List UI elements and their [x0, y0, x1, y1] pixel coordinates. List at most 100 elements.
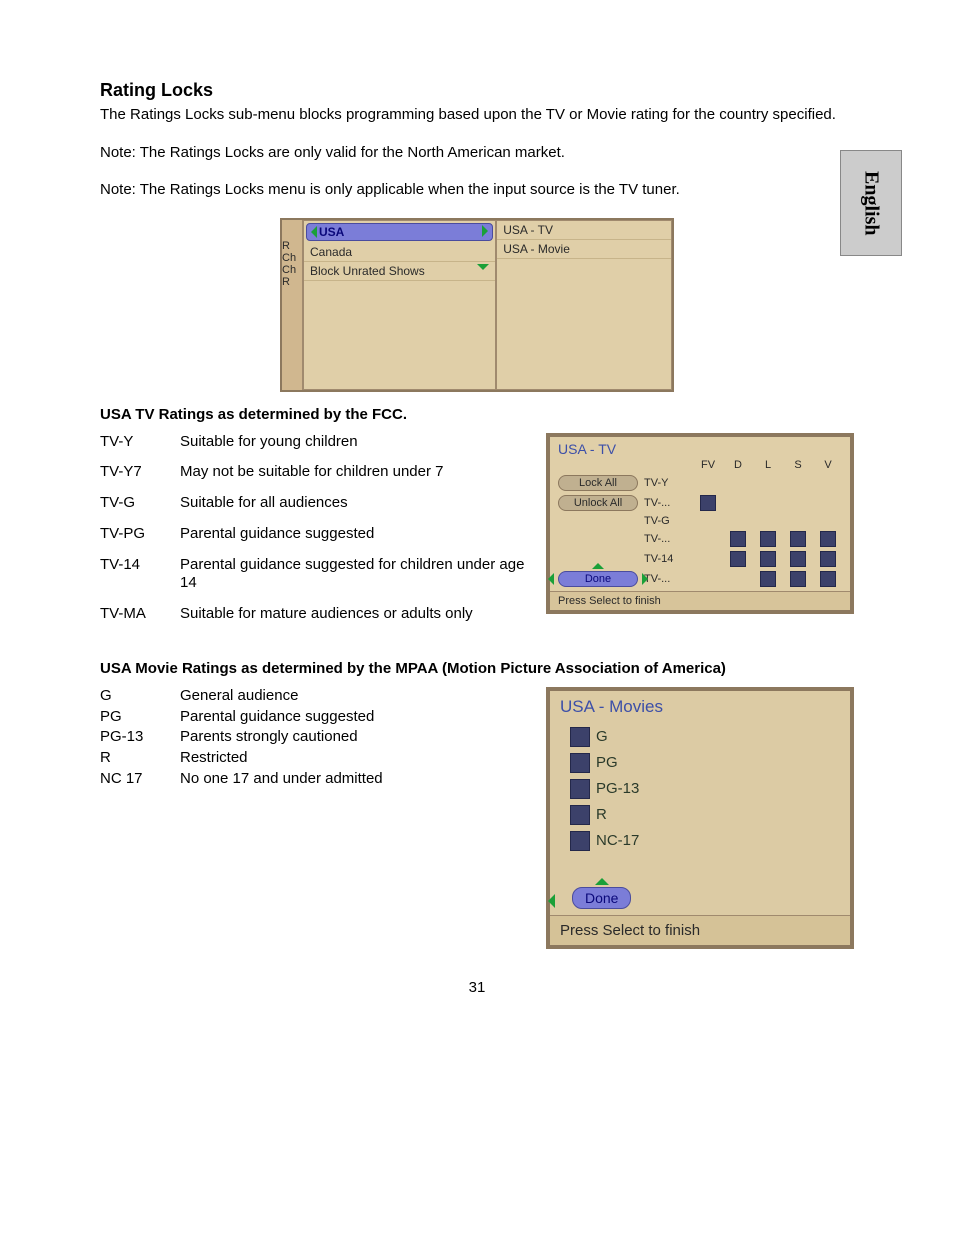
- chevron-down-icon: [477, 264, 489, 270]
- arrow-up-icon: [595, 878, 609, 885]
- hint-ch: Ch: [282, 252, 302, 264]
- rating-desc: Parents strongly cautioned: [180, 728, 358, 747]
- rating-checkbox[interactable]: [570, 727, 590, 747]
- rating-checkbox[interactable]: [730, 551, 746, 567]
- rating-type-usa-tv[interactable]: USA - TV: [497, 221, 671, 240]
- rating-code: PG: [100, 708, 180, 727]
- country-menu-screenshot: R Ch Ch R USA Canada Block Unrated Shows…: [280, 218, 674, 392]
- movie-rating-row[interactable]: G: [570, 727, 840, 747]
- rating-desc: Parental guidance suggested: [180, 708, 374, 727]
- rating-checkbox[interactable]: [790, 531, 806, 547]
- rating-desc: Parental guidance suggested: [180, 525, 374, 544]
- country-item-block-unrated[interactable]: Block Unrated Shows: [304, 262, 495, 281]
- rating-row: TV-14Parental guidance suggested for chi…: [100, 556, 526, 594]
- rating-checkbox[interactable]: [570, 831, 590, 851]
- rating-desc: Suitable for mature audiences or adults …: [180, 605, 473, 624]
- rating-desc: Parental guidance suggested for children…: [180, 556, 526, 594]
- rating-desc: Suitable for young children: [180, 433, 358, 452]
- rating-row: GGeneral audience: [100, 687, 526, 706]
- rating-checkbox[interactable]: [820, 551, 836, 567]
- country-item-canada[interactable]: Canada: [304, 243, 495, 262]
- movie-rating-label: G: [596, 728, 608, 745]
- col-header: S: [786, 459, 810, 471]
- movie-rating-row[interactable]: NC-17: [570, 831, 840, 851]
- rating-row: NC 17No one 17 and under admitted: [100, 770, 526, 789]
- hint-r2: R: [282, 276, 302, 288]
- rating-checkbox[interactable]: [820, 531, 836, 547]
- rating-row: TV-MASuitable for mature audiences or ad…: [100, 605, 526, 624]
- rating-code: R: [100, 749, 180, 768]
- arrow-left-icon: [548, 894, 555, 908]
- rating-row: TV-PGParental guidance suggested: [100, 525, 526, 544]
- col-header: D: [726, 459, 750, 471]
- rating-checkbox[interactable]: [570, 805, 590, 825]
- movie-rating-row[interactable]: PG: [570, 753, 840, 773]
- rating-code: TV-MA: [100, 605, 180, 624]
- rating-code: G: [100, 687, 180, 706]
- note-1: Note: The Ratings Locks are only valid f…: [100, 143, 854, 163]
- arrow-right-icon: [642, 573, 648, 585]
- rating-checkbox[interactable]: [700, 495, 716, 511]
- usa-movies-panel-footer: Press Select to finish: [550, 915, 850, 945]
- rating-checkbox[interactable]: [760, 531, 776, 547]
- rating-checkbox[interactable]: [570, 753, 590, 773]
- tv-ratings-list: TV-YSuitable for young childrenTV-Y7May …: [100, 433, 526, 636]
- rating-code: TV-14: [100, 556, 180, 594]
- rating-row: TV-GSuitable for all audiences: [100, 494, 526, 513]
- usa-movie-subheader: USA Movie Ratings as determined by the M…: [100, 660, 854, 677]
- block-unrated-label: Block Unrated Shows: [310, 264, 425, 278]
- rating-desc: No one 17 and under admitted: [180, 770, 383, 789]
- unlock-all-button[interactable]: Unlock All: [558, 495, 638, 511]
- usa-movies-panel-title: USA - Movies: [550, 691, 850, 723]
- rating-row: TV-Y7May not be suitable for children un…: [100, 463, 526, 482]
- rating-row: RRestricted: [100, 749, 526, 768]
- movie-rating-label: PG: [596, 754, 618, 771]
- language-tab: English: [840, 150, 902, 256]
- rating-desc: May not be suitable for children under 7: [180, 463, 444, 482]
- done-button[interactable]: Done: [572, 887, 631, 909]
- rating-desc: General audience: [180, 687, 298, 706]
- rating-code: PG-13: [100, 728, 180, 747]
- col-header: FV: [696, 459, 720, 471]
- country-panel: USA Canada Block Unrated Shows: [303, 220, 496, 390]
- row-label: TV-Y: [644, 477, 690, 489]
- col-header: L: [756, 459, 780, 471]
- rating-checkbox[interactable]: [760, 571, 776, 587]
- rating-checkbox[interactable]: [820, 571, 836, 587]
- done-button-label: Done: [585, 890, 618, 906]
- language-tab-label: English: [860, 171, 883, 235]
- row-label: TV-G: [644, 515, 690, 527]
- usa-tv-panel-title: USA - TV: [550, 437, 850, 459]
- hint-r: R: [282, 240, 302, 252]
- rating-row: PG-13Parents strongly cautioned: [100, 728, 526, 747]
- usa-tv-panel: USA - TV FV DLSV Lock All TV-Y Unlock All TV-…: [546, 433, 854, 614]
- movie-ratings-list: GGeneral audiencePGParental guidance sug…: [100, 687, 526, 791]
- menu-left-hints: R Ch Ch R: [282, 220, 303, 390]
- movie-rating-row[interactable]: R: [570, 805, 840, 825]
- rating-code: NC 17: [100, 770, 180, 789]
- rating-checkbox[interactable]: [570, 779, 590, 799]
- done-button[interactable]: Done: [558, 571, 638, 587]
- rating-code: TV-PG: [100, 525, 180, 544]
- col-header: V: [816, 459, 840, 471]
- country-selected-label: USA: [319, 225, 344, 239]
- rating-checkbox[interactable]: [760, 551, 776, 567]
- lock-all-button[interactable]: Lock All: [558, 475, 638, 491]
- country-selected[interactable]: USA: [306, 223, 493, 241]
- page-number: 31: [100, 949, 854, 996]
- arrow-right-icon: [482, 225, 488, 237]
- usa-tv-panel-footer: Press Select to finish: [550, 591, 850, 610]
- rating-checkbox[interactable]: [790, 571, 806, 587]
- rating-code: TV-Y7: [100, 463, 180, 482]
- row-label: TV-14: [644, 553, 690, 565]
- rating-checkbox[interactable]: [730, 531, 746, 547]
- rating-desc: Restricted: [180, 749, 248, 768]
- section-title: Rating Locks: [100, 80, 854, 101]
- movie-rating-row[interactable]: PG-13: [570, 779, 840, 799]
- rating-type-usa-movie[interactable]: USA - Movie: [497, 240, 671, 259]
- rating-checkbox[interactable]: [790, 551, 806, 567]
- rating-type-panel: USA - TV USA - Movie: [496, 220, 672, 390]
- rating-code: TV-G: [100, 494, 180, 513]
- movie-rating-label: R: [596, 806, 607, 823]
- row-label: TV-...: [644, 573, 690, 585]
